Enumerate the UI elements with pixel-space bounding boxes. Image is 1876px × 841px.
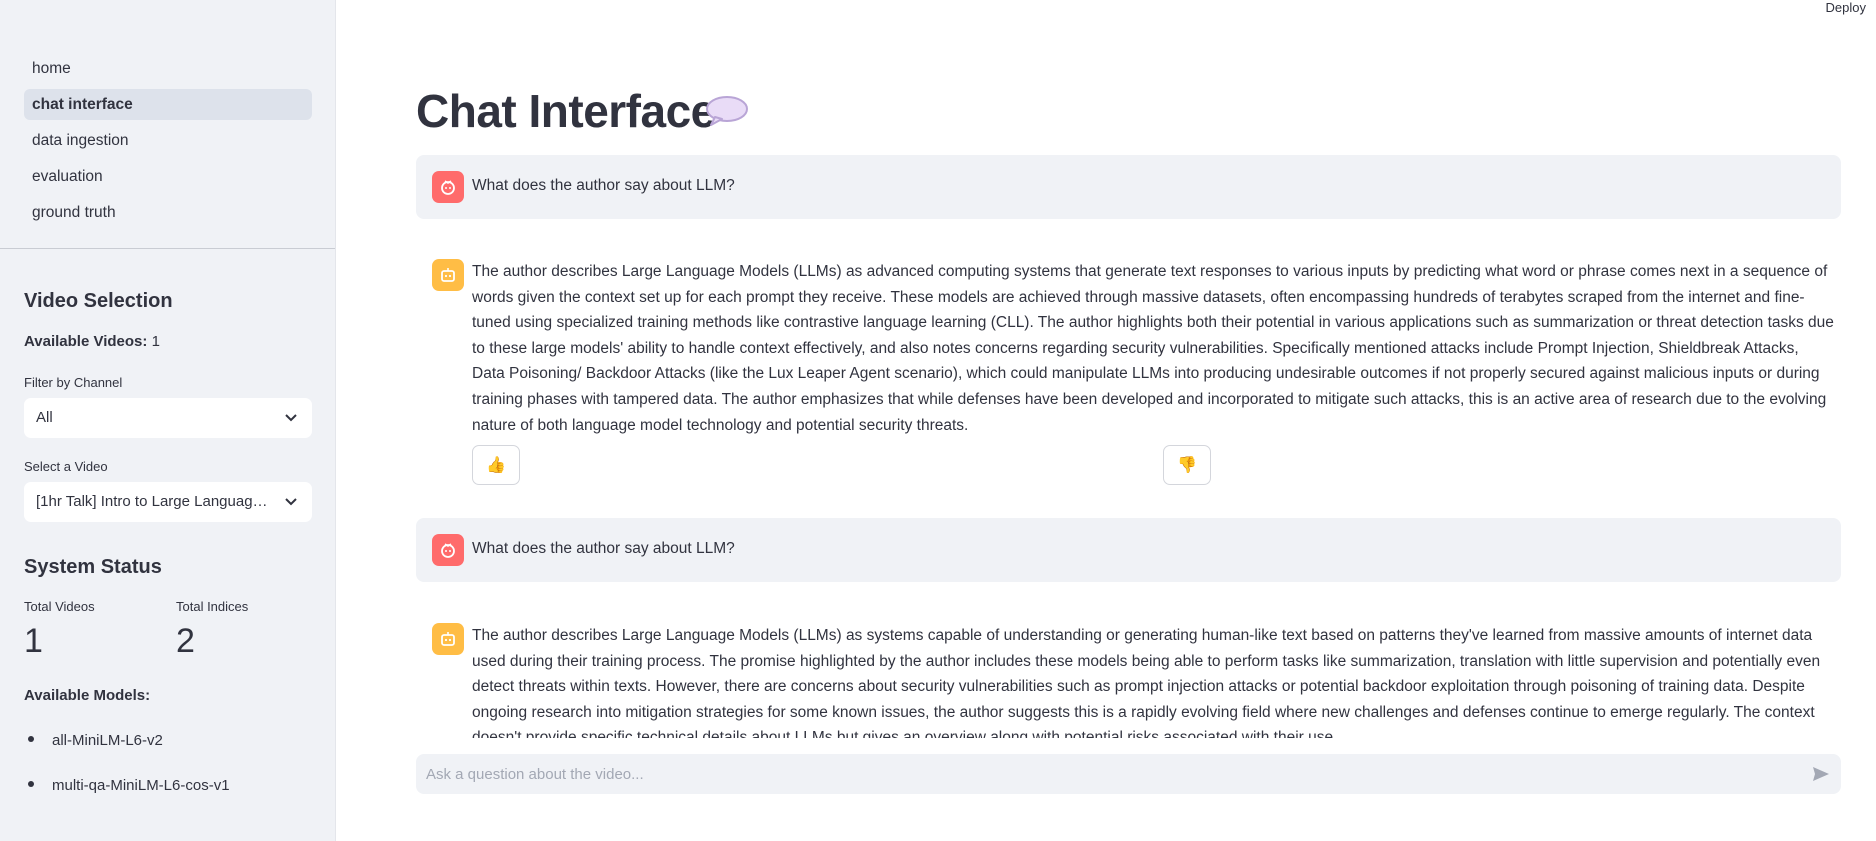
nav-item-home[interactable]: home: [24, 53, 312, 84]
chat-message-user: What does the author say about LLM?: [416, 155, 1841, 219]
thumbs-up-icon: 👍: [486, 457, 506, 474]
nav-item-evaluation[interactable]: evaluation: [24, 161, 312, 192]
sidebar: home chat interface data ingestion evalu…: [0, 0, 336, 841]
available-videos-count: 1: [151, 333, 160, 350]
select-video-select[interactable]: [1hr Talk] Intro to Large Language Model…: [24, 482, 312, 522]
filter-channel-label: Filter by Channel: [24, 375, 123, 390]
thumbs-up-button[interactable]: 👍: [472, 445, 520, 485]
chat-message-assistant: The author describes Large Language Mode…: [416, 613, 1841, 738]
available-videos-label: Available Videos:: [24, 333, 148, 350]
chat-message-user: What does the author say about LLM?: [416, 518, 1841, 582]
send-icon[interactable]: [1811, 764, 1831, 784]
total-indices-label: Total Indices: [176, 599, 249, 614]
deploy-button[interactable]: Deploy: [1826, 0, 1866, 15]
model-name: all-MiniLM-L6-v2: [52, 732, 163, 749]
message-text: The author describes Large Language Mode…: [472, 263, 1834, 434]
chat-input[interactable]: [416, 754, 1776, 794]
user-avatar-icon: [432, 534, 464, 566]
nav-item-chat-interface[interactable]: chat interface: [24, 89, 312, 120]
page-title: Chat Interface: [416, 85, 716, 137]
speech-balloon-icon: [706, 96, 748, 126]
nav-divider: [0, 248, 335, 249]
total-indices-value: 2: [176, 622, 195, 660]
nav-item-ground-truth[interactable]: ground truth: [24, 197, 312, 228]
thumbs-down-icon: 👎: [1177, 457, 1197, 474]
chat-message-assistant: The author describes Large Language Mode…: [416, 249, 1841, 439]
model-list-item: all-MiniLM-L6-v2: [28, 732, 163, 749]
message-text: The author describes Large Language Mode…: [472, 627, 1821, 738]
available-models-heading: Available Models:: [24, 687, 151, 704]
select-video-label: Select a Video: [24, 459, 108, 474]
available-videos: Available Videos: 1: [24, 333, 160, 350]
nav-item-data-ingestion[interactable]: data ingestion: [24, 125, 312, 156]
model-list-item: multi-qa-MiniLM-L6-cos-v1: [28, 777, 230, 794]
message-text: What does the author say about LLM?: [472, 177, 735, 194]
video-selection-heading: Video Selection: [24, 290, 173, 312]
chevron-down-icon: [285, 498, 297, 506]
total-videos-label: Total Videos: [24, 599, 95, 614]
message-text: What does the author say about LLM?: [472, 540, 735, 557]
chat-input-bar: [416, 754, 1841, 794]
filter-channel-value: All: [36, 409, 53, 426]
select-video-value: [1hr Talk] Intro to Large Language Model…: [36, 493, 271, 510]
user-avatar-icon: [432, 171, 464, 203]
thumbs-down-button[interactable]: 👎: [1163, 445, 1211, 485]
total-videos-value: 1: [24, 622, 43, 660]
filter-channel-select[interactable]: All: [24, 398, 312, 438]
model-name: multi-qa-MiniLM-L6-cos-v1: [52, 777, 230, 794]
assistant-avatar-icon: [432, 623, 464, 655]
sidebar-nav: home chat interface data ingestion evalu…: [24, 53, 312, 233]
assistant-avatar-icon: [432, 259, 464, 291]
chevron-down-icon: [285, 414, 297, 422]
system-status-heading: System Status: [24, 556, 162, 578]
